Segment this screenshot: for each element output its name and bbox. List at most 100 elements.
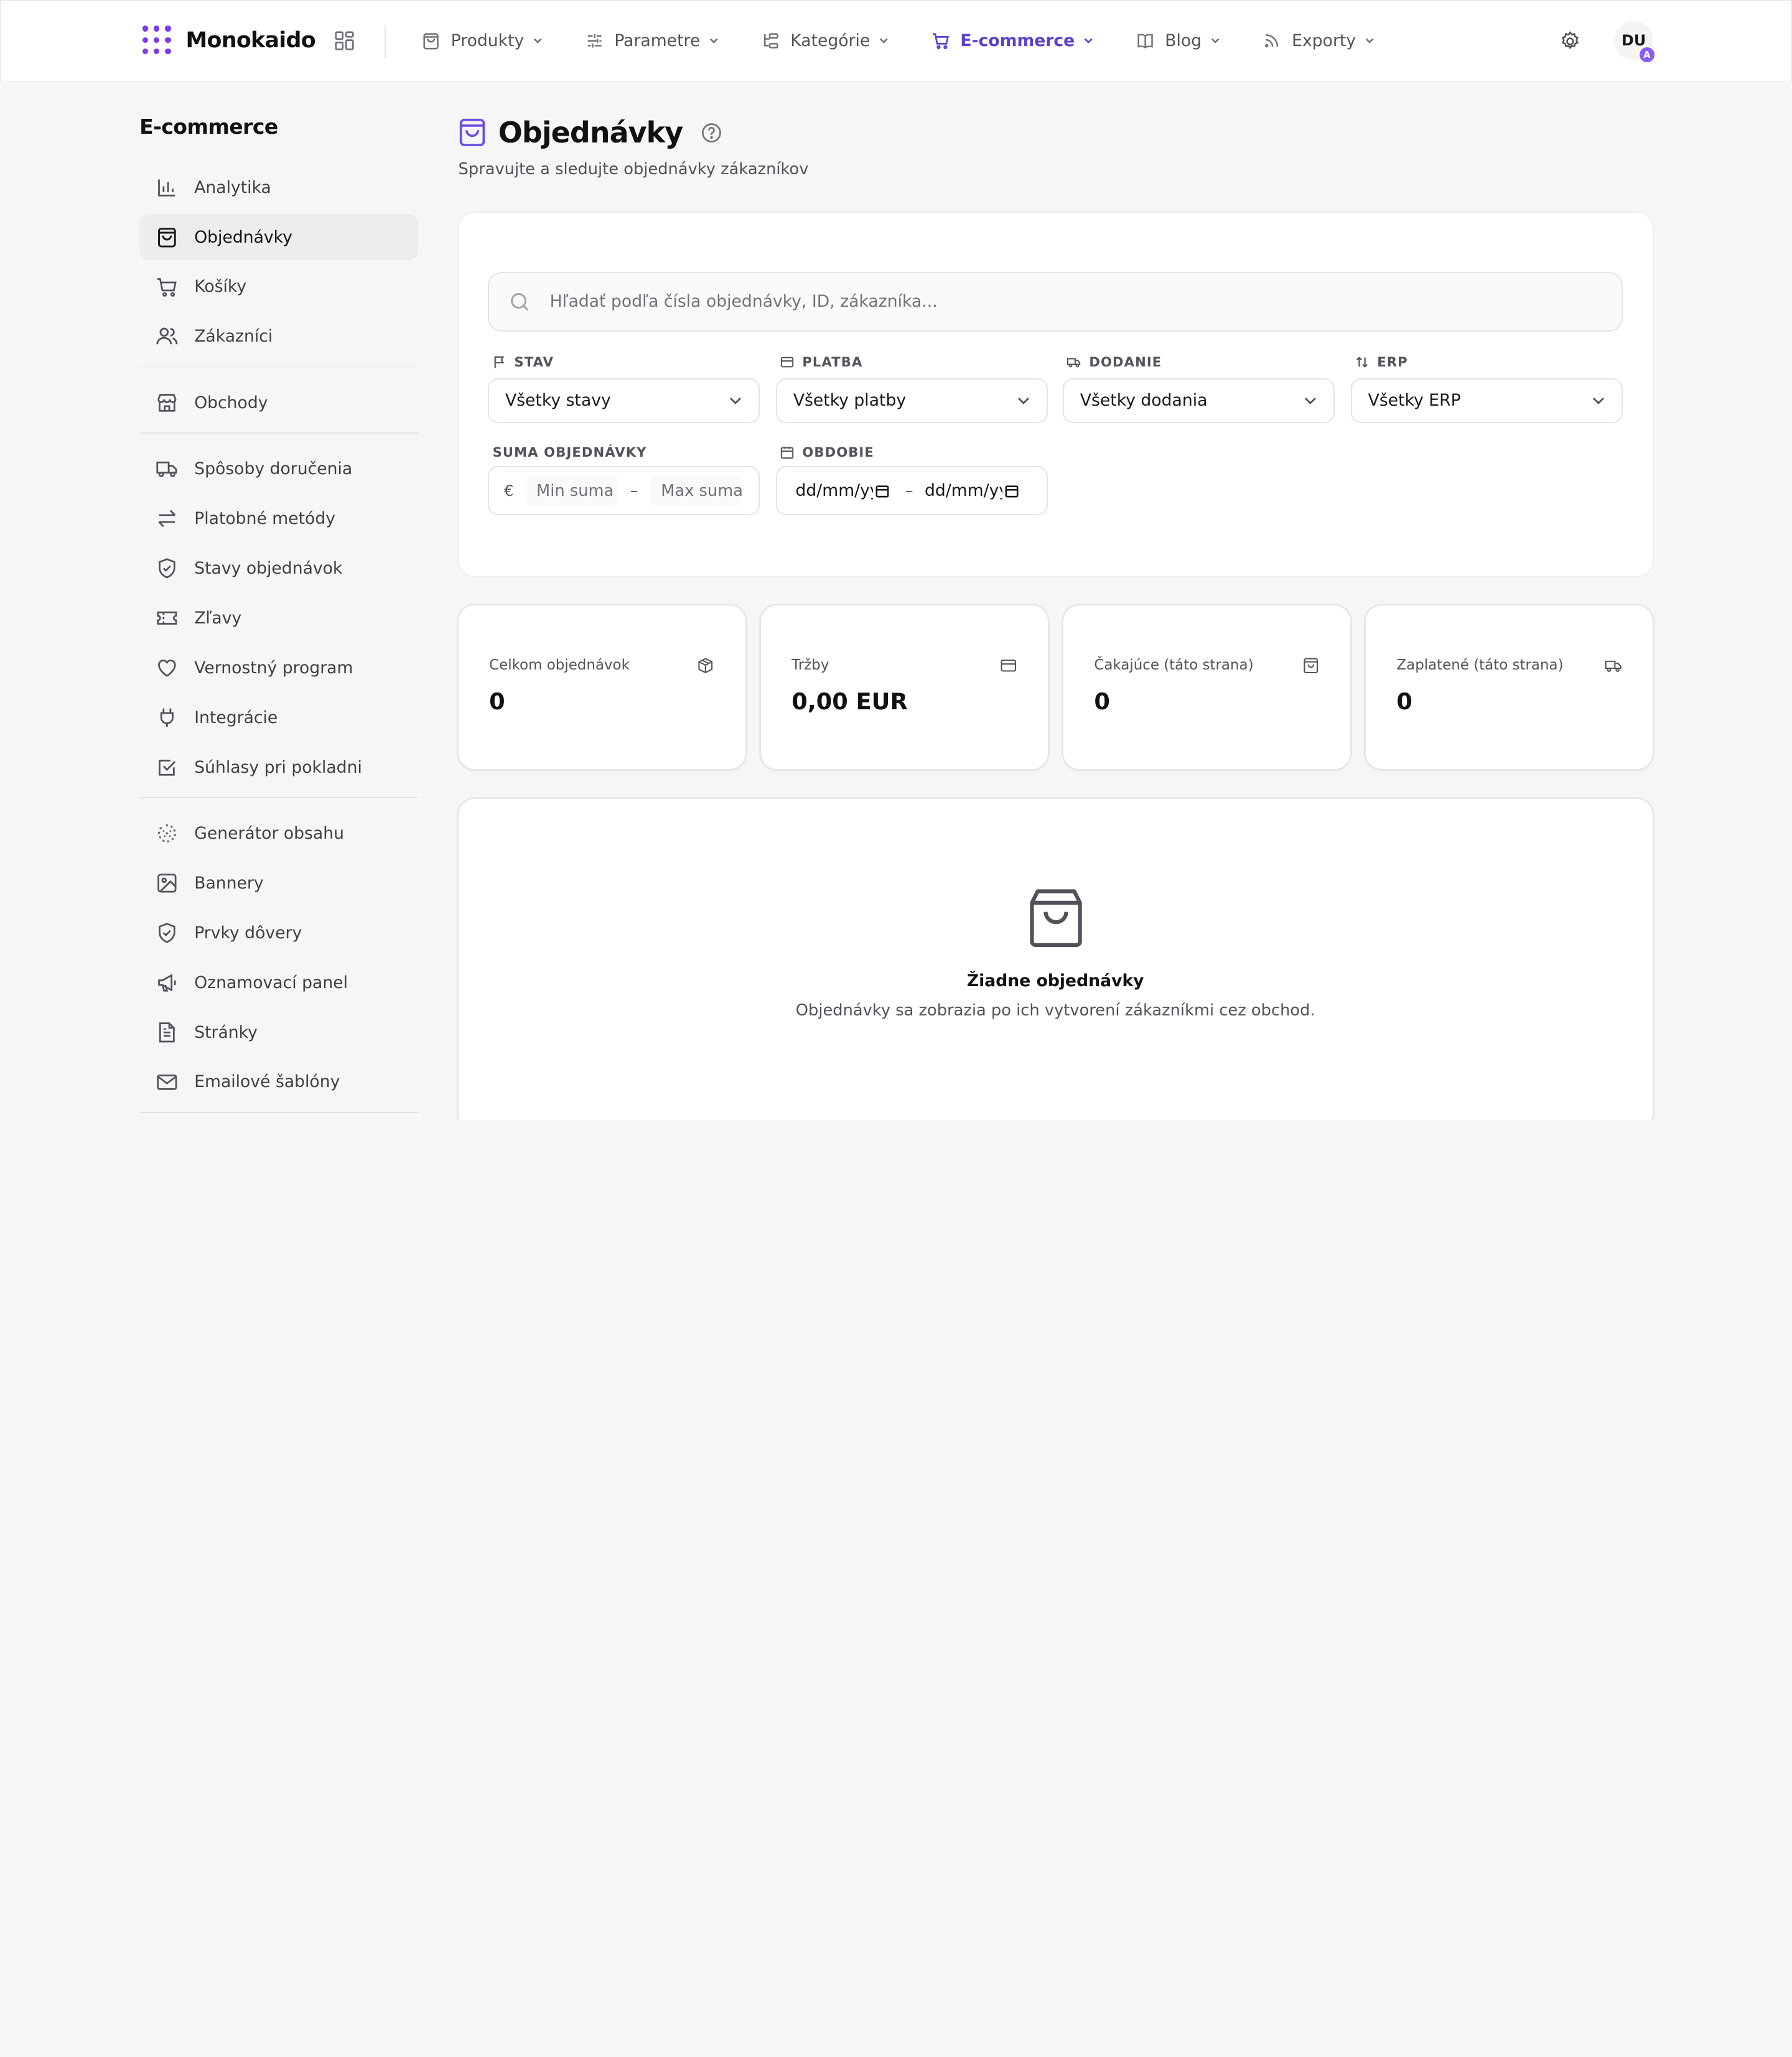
range-separator: – [630, 481, 638, 500]
sidebar-item-label: Objednávky [194, 227, 292, 247]
nav-item-parametre[interactable]: Parametre [585, 31, 720, 50]
payment-select[interactable]: Všetky platby [776, 378, 1048, 423]
sidebar-item-stavy-objednavok[interactable]: Stavy objednávok [139, 546, 418, 591]
bar-chart-icon [157, 179, 175, 197]
nav-item-produkty[interactable]: Produkty [421, 31, 544, 50]
nav-item-ecommerce[interactable]: E-commerce [931, 31, 1094, 50]
label-text: PLATBA [802, 354, 863, 370]
sidebar-item-emailove-sablony[interactable]: Emailové šablóny [139, 1059, 418, 1104]
brand-name: Monokaido [185, 28, 316, 54]
chevron-down-icon [533, 38, 542, 44]
max-amount-input[interactable]: Max suma [649, 475, 744, 506]
search-box[interactable] [488, 272, 1623, 332]
sidebar-item-analytika[interactable]: Analytika [139, 164, 418, 210]
box-icon [698, 658, 713, 674]
search-input[interactable] [549, 292, 1579, 312]
range-separator: – [905, 481, 913, 500]
help-circle-icon[interactable] [701, 123, 722, 143]
sidebar-item-label: Bannery [194, 873, 264, 893]
chevron-down-icon [1084, 38, 1093, 44]
date-from-input[interactable]: dd/mm/yyyy [795, 476, 894, 506]
sidebar-item-label: Integrácie [194, 707, 278, 727]
nav-label: Kategórie [790, 30, 870, 50]
sidebar-item-label: Vernostný program [194, 658, 353, 678]
select-value: Všetky ERP [1368, 391, 1461, 411]
period-filter-label: OBDOBIE [780, 444, 874, 460]
sidebar-item-oznamovaci-panel[interactable]: Oznamovací panel [139, 959, 418, 1005]
page-header: Objednávky [459, 114, 1653, 151]
date-to-input[interactable]: dd/mm/yyyy [925, 476, 1023, 506]
sidebar-item-integracie[interactable]: Integrácie [139, 694, 418, 740]
stat-value: 0 [1094, 688, 1110, 715]
arrows-up-down-icon [1356, 356, 1368, 368]
nav-item-kategorie[interactable]: Kategórie [761, 31, 890, 50]
app-grid-icon[interactable] [334, 30, 355, 51]
sidebar-item-label: Analytika [194, 177, 271, 197]
status-select[interactable]: Všetky stavy [488, 378, 760, 423]
nav-label: Parametre [614, 30, 701, 50]
shield-check-icon [158, 923, 175, 943]
brand-logo[interactable]: Monokaido [142, 26, 316, 55]
top-navbar: Monokaido Produkty Parametre Kategórie E… [0, 0, 1792, 83]
sparkle-dots-icon [157, 824, 176, 843]
arrows-exchange-icon [158, 510, 175, 528]
sidebar-item-generator-obsahu[interactable]: Generátor obsahu [139, 811, 418, 856]
nav-item-exporty[interactable]: Exporty [1262, 31, 1375, 50]
sidebar-item-stranky[interactable]: Stránky [139, 1009, 418, 1055]
sidebar-item-label: Obchody [194, 393, 268, 413]
sidebar-item-label: Stavy objednávok [194, 559, 343, 579]
megaphone-icon [157, 973, 176, 992]
status-filter-label: STAV [493, 354, 554, 370]
erp-filter-label: ERP [1355, 354, 1407, 370]
min-amount-input[interactable]: Min suma [525, 475, 619, 506]
page: Monokaido Produkty Parametre Kategórie E… [0, 0, 1792, 1120]
stat-label: Zaplatené (táto strana) [1396, 657, 1564, 674]
stat-label: Tržby [791, 657, 829, 674]
date-from-value: dd/mm/yyyy [795, 481, 873, 501]
search-icon [511, 292, 529, 310]
tree-icon [763, 33, 778, 49]
sidebar-item-zlavy[interactable]: Zľavy [139, 595, 418, 641]
sidebar-item-label: Zľavy [194, 608, 242, 628]
checkbox-icon [158, 759, 175, 776]
sidebar-item-kosiky[interactable]: Košíky [139, 264, 418, 309]
chevron-down-icon [1304, 397, 1316, 404]
filters-panel: STAV Všetky stavy PLATBA Všetky platby D… [458, 212, 1653, 576]
chevron-down-icon [879, 38, 888, 44]
logo-dots-icon [142, 26, 172, 55]
sidebar-item-bannery[interactable]: Bannery [139, 861, 418, 906]
sidebar-item-zakaznici[interactable]: Zákazníci [139, 314, 418, 359]
chevron-down-icon [729, 397, 741, 404]
delivery-filter-label: DODANIE [1067, 354, 1162, 370]
select-value: Všetky dodania [1080, 391, 1208, 411]
period-range: dd/mm/yyyy – dd/mm/yyyy [776, 466, 1048, 516]
avatar-badge: A [1638, 46, 1656, 63]
chevron-down-icon [709, 38, 718, 44]
delivery-select[interactable]: Všetky dodania [1063, 378, 1335, 423]
shopping-bag-icon [1030, 889, 1082, 948]
stat-card-revenue: Tržby 0,00 EUR [760, 605, 1048, 770]
shopping-bag-icon [459, 118, 485, 147]
nav-item-blog[interactable]: Blog [1136, 31, 1221, 50]
sidebar-item-label: Stránky [194, 1022, 258, 1042]
sidebar-item-sposoby-dorucenia[interactable]: Spôsoby doručenia [139, 446, 418, 492]
stat-value: 0 [1396, 688, 1412, 715]
page-subtitle: Spravujte a sledujte objednávky zákazník… [458, 160, 809, 179]
sidebar-item-suhlasy[interactable]: Súhlasy pri pokladni [139, 744, 418, 790]
payment-filter-label: PLATBA [780, 354, 862, 370]
plug-icon [160, 708, 174, 727]
truck-icon [1067, 358, 1081, 368]
sidebar-menu: Analytika Objednávky Košíky Zákazníci Ob… [139, 164, 419, 1113]
sidebar-item-objednavky[interactable]: Objednávky [139, 214, 419, 260]
stat-card-paid: Zaplatené (táto strana) 0 [1365, 605, 1653, 770]
page-title: Objednávky [498, 116, 683, 150]
sidebar-item-obchody[interactable]: Obchody [139, 380, 418, 426]
settings-gear-icon[interactable] [1559, 30, 1581, 52]
sidebar-item-label: Súhlasy pri pokladni [194, 757, 362, 777]
erp-select[interactable]: Všetky ERP [1350, 378, 1623, 423]
sidebar-item-prvky-dovery[interactable]: Prvky dôvery [139, 910, 418, 956]
sidebar-item-platobne-metody[interactable]: Platobné metódy [139, 496, 418, 541]
sidebar-item-vernostny-program[interactable]: Vernostný program [139, 645, 418, 691]
label-text: ERP [1377, 354, 1408, 370]
main-nav: Produkty Parametre Kategórie E-commerce [421, 1, 1417, 81]
